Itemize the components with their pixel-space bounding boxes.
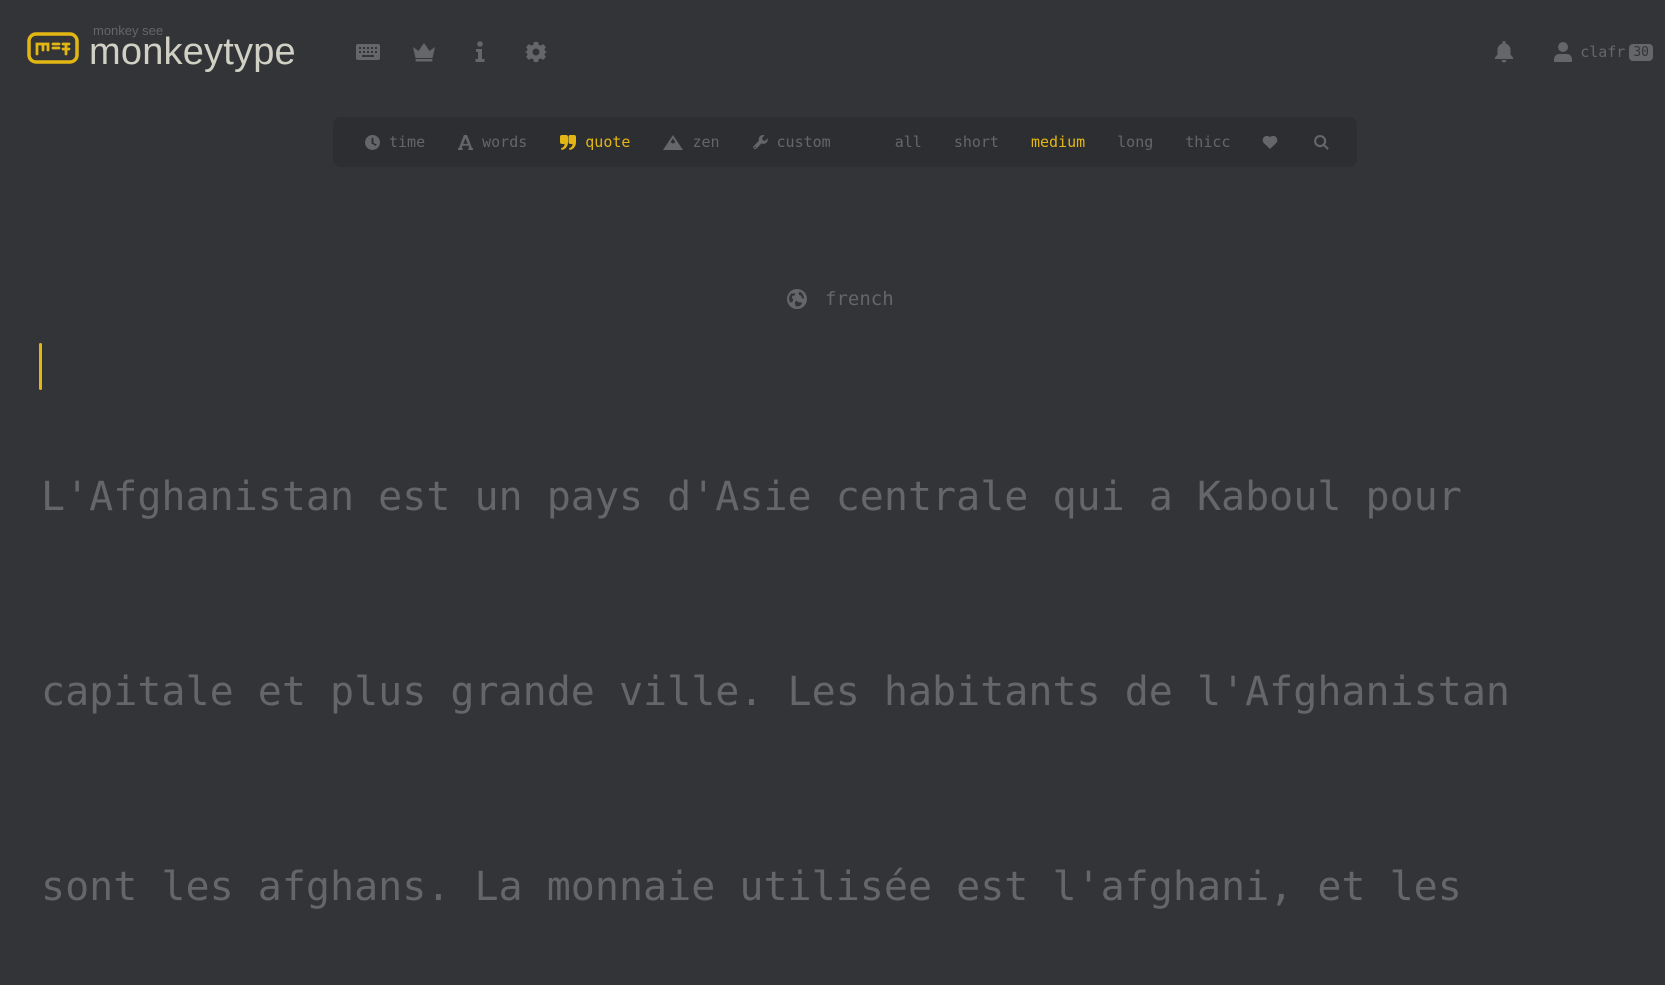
keyboard-icon[interactable]	[354, 38, 382, 66]
quote-length-all[interactable]: all	[895, 133, 922, 151]
mode-words-button[interactable]: words	[458, 133, 527, 151]
info-icon[interactable]	[466, 38, 494, 66]
account-button[interactable]: clafr 30	[1554, 42, 1653, 62]
words-area[interactable]: L'Afghanistan est un pays d'Asie central…	[41, 335, 1641, 985]
quote-length-thicc[interactable]: thicc	[1185, 133, 1230, 151]
quote-length-medium[interactable]: medium	[1031, 133, 1085, 151]
language-button[interactable]: french	[787, 288, 894, 310]
words-line: L'Afghanistan est un pays d'Asie central…	[41, 474, 1462, 520]
top-nav	[354, 38, 578, 66]
mode-words-label: words	[482, 133, 528, 151]
mountain-icon	[663, 134, 684, 150]
mode-zen-label: zen	[692, 133, 720, 151]
heart-icon	[1263, 135, 1278, 149]
wrench-icon	[752, 134, 768, 149]
language-label: french	[825, 288, 894, 310]
logo-subtitle: monkey see	[93, 23, 164, 38]
gear-icon[interactable]	[522, 38, 550, 66]
mode-custom-label: custom	[776, 133, 831, 151]
clock-icon	[365, 134, 380, 150]
favorite-quotes-button[interactable]	[1262, 135, 1278, 149]
quote-length-short[interactable]: short	[954, 133, 999, 151]
quote-length-long[interactable]: long	[1117, 133, 1153, 151]
username: clafr	[1580, 43, 1626, 61]
logo-icon	[27, 32, 79, 64]
quote-icon	[560, 134, 577, 150]
search-icon	[1314, 134, 1330, 150]
crown-icon[interactable]	[410, 38, 438, 66]
test-config-bar: time words quote zen custom all short me…	[333, 117, 1357, 167]
mode-quote-label: quote	[585, 133, 631, 151]
words-line: capitale et plus grande ville. Les habit…	[41, 669, 1511, 715]
mode-zen-button[interactable]: zen	[663, 133, 720, 151]
user-icon	[1554, 42, 1573, 62]
mode-custom-button[interactable]: custom	[752, 133, 831, 151]
mode-time-button[interactable]: time	[365, 133, 425, 151]
mode-time-label: time	[389, 133, 426, 151]
bell-icon[interactable]	[1492, 38, 1516, 66]
logo[interactable]: monkey see monkeytype	[27, 20, 296, 76]
words-line: sont les afghans. La monnaie utilisée es…	[41, 864, 1462, 910]
account-nav: clafr 30	[1492, 38, 1653, 66]
quote-search-button[interactable]	[1314, 134, 1330, 150]
level-badge: 30	[1629, 43, 1653, 61]
mode-quote-button[interactable]: quote	[560, 133, 630, 151]
logo-title: monkeytype	[89, 31, 296, 73]
globe-icon	[787, 289, 807, 309]
font-a-icon	[458, 134, 474, 150]
